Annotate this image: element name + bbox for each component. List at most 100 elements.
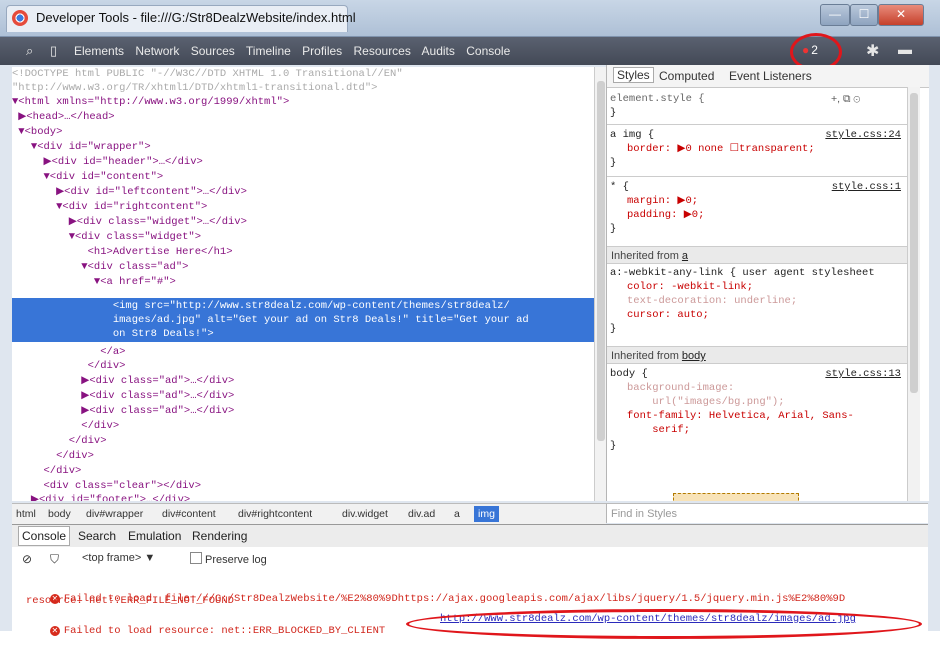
crumb-html[interactable]: html [16,508,36,520]
elements-tree[interactable]: <!DOCTYPE html PUBLIC "-//W3C//DTD XHTML… [12,67,594,501]
crumb-body[interactable]: body [48,508,71,520]
selector: element.style { [610,93,705,105]
dom-line[interactable]: ▼<a href="#"> [12,275,176,289]
tab-computed[interactable]: Computed [659,69,714,83]
crumb-content[interactable]: div#content [162,508,216,520]
dom-line[interactable]: ▶<div id="leftcontent">…</div> [12,185,247,199]
crumb-widget[interactable]: div.widget [342,508,388,520]
selector: a img { [610,129,655,141]
dom-line[interactable]: ▼<div id="wrapper"> [12,140,151,154]
dom-line[interactable]: </div> [12,434,107,448]
tab-audits[interactable]: Audits [422,44,455,58]
brace: } [610,157,617,169]
drawer-tab-rendering[interactable]: Rendering [192,529,247,543]
declaration: color: -webkit-link; [627,281,754,293]
dom-line[interactable]: <h1>Advertise Here</h1> [12,245,233,259]
declaration[interactable]: border: ▶0 none ☐transparent; [627,143,815,156]
dom-line[interactable]: ▼<body> [12,125,62,139]
brace: } [610,323,617,335]
rule-user-agent[interactable]: a:-webkit-any-link { user agent styleshe… [607,267,907,341]
tab-resources[interactable]: Resources [354,44,411,58]
dom-line[interactable]: ▼<div id="rightcontent"> [12,200,207,214]
tab-sources[interactable]: Sources [191,44,235,58]
inherited-from-body: Inherited from body [607,346,907,364]
selected-node[interactable]: <img src="http://www.str8dealz.com/wp-co… [12,298,594,342]
gear-icon[interactable]: ✱ [866,41,879,61]
checkbox-icon[interactable] [190,552,202,564]
window-title: Developer Tools - file:///G:/Str8DealzWe… [36,10,356,25]
inherited-label: Inherited from [611,350,682,362]
crumb-a[interactable]: a [454,508,460,520]
dom-line[interactable]: ▶<div class="ad">…</div> [12,374,234,388]
box-model-preview [673,493,799,501]
declaration[interactable]: margin: ▶0; [627,195,698,208]
dom-line[interactable]: </div> [12,419,119,433]
crumb-ad[interactable]: div.ad [408,508,435,520]
selected-line: on Str8 Deals!"> [12,328,214,340]
styles-pane: Styles Computed Event Listeners element.… [606,65,929,501]
dom-line[interactable]: ▼<html xmlns="http://www.w3.org/1999/xht… [12,95,289,109]
device-icon[interactable]: ▯ [50,43,57,59]
dom-line[interactable]: ▶<head>…</head> [12,110,114,124]
crumb-rightcontent[interactable]: div#rightcontent [238,508,312,520]
filter-icon[interactable]: ⛉ [50,552,59,567]
rule-body[interactable]: body { style.css:13 background-image: ur… [607,368,907,458]
dom-line[interactable]: ▶<div id="header">…</div> [12,155,203,169]
brace: } [610,107,617,119]
dock-icon[interactable]: ▬ [898,41,912,57]
scroll-thumb[interactable] [910,93,918,393]
rule-a-img[interactable]: a img { style.css:24 border: ▶0 none ☐tr… [607,129,907,175]
maximize-button[interactable]: ☐ [850,4,878,26]
dom-line[interactable]: ▶<div class="ad">…</div> [12,404,234,418]
brace: } [610,440,617,452]
dom-line: <!DOCTYPE html PUBLIC "-//W3C//DTD XHTML… [12,68,403,80]
tab-profiles[interactable]: Profiles [302,44,342,58]
selector: body { [610,368,648,380]
styles-scrollbar[interactable] [907,87,920,501]
source-link[interactable]: style.css:1 [832,181,901,193]
frame-select[interactable]: <top frame> ▼ [82,552,155,564]
tab-styles[interactable]: Styles [613,67,654,83]
new-rule-icon[interactable]: +, ⧉ ⊙ [831,93,860,106]
dom-line[interactable]: ▼<div class="widget"> [12,230,201,244]
dom-line[interactable]: </div> [12,449,94,463]
drawer-tab-emulation[interactable]: Emulation [128,529,181,543]
tab-network[interactable]: Network [135,44,179,58]
scroll-thumb[interactable] [597,81,605,441]
search-icon[interactable]: ⌕ [26,43,33,59]
inherited-link[interactable]: body [682,350,706,362]
declaration[interactable]: serif; [627,424,690,437]
dom-line[interactable]: ▼<div id="content"> [12,170,164,184]
close-button[interactable]: ✕ [878,4,924,26]
tab-elements[interactable]: Elements [74,44,124,58]
tab-event-listeners[interactable]: Event Listeners [729,69,812,83]
source-link[interactable]: style.css:24 [825,129,901,141]
styles-tabs: Styles Computed Event Listeners [607,65,929,88]
crumb-wrapper[interactable]: div#wrapper [86,508,143,520]
declaration[interactable]: padding: ▶0; [627,209,704,222]
dom-line[interactable]: <div class="clear"></div> [12,479,202,493]
find-in-styles-input[interactable]: Find in Styles [606,503,928,523]
dom-line[interactable]: </a> [12,345,125,359]
drawer-tab-console[interactable]: Console [18,526,71,546]
dom-line[interactable]: ▼<div class="ad"> [12,260,188,274]
rule-element-style[interactable]: element.style { +, ⧉ ⊙ } [607,93,907,123]
declaration: text-decoration: underline; [627,295,798,307]
inherited-link[interactable]: a [682,250,688,262]
declaration[interactable]: font-family: Helvetica, Arial, Sans- [627,410,854,423]
clear-console-icon[interactable]: ⊘ [22,552,32,566]
crumb-img[interactable]: img [474,506,499,522]
tab-console[interactable]: Console [466,44,510,58]
dom-line[interactable]: ▶<div class="widget">…</div> [12,215,247,229]
dom-line[interactable]: ▶<div id="footer">…</div> [12,493,190,501]
dom-line[interactable]: </div> [12,359,126,373]
tab-timeline[interactable]: Timeline [246,44,291,58]
dom-line[interactable]: </div> [12,464,82,478]
drawer-tab-search[interactable]: Search [78,529,116,543]
selected-line: images/ad.jpg" alt="Get your ad on Str8 … [12,314,529,326]
rule-star[interactable]: * { style.css:1 margin: ▶0; padding: ▶0;… [607,181,907,241]
source-link[interactable]: style.css:13 [825,368,901,380]
dom-line[interactable]: ▶<div class="ad">…</div> [12,389,234,403]
preserve-log-checkbox[interactable]: Preserve log [190,552,267,566]
minimize-button[interactable]: — [820,4,850,26]
